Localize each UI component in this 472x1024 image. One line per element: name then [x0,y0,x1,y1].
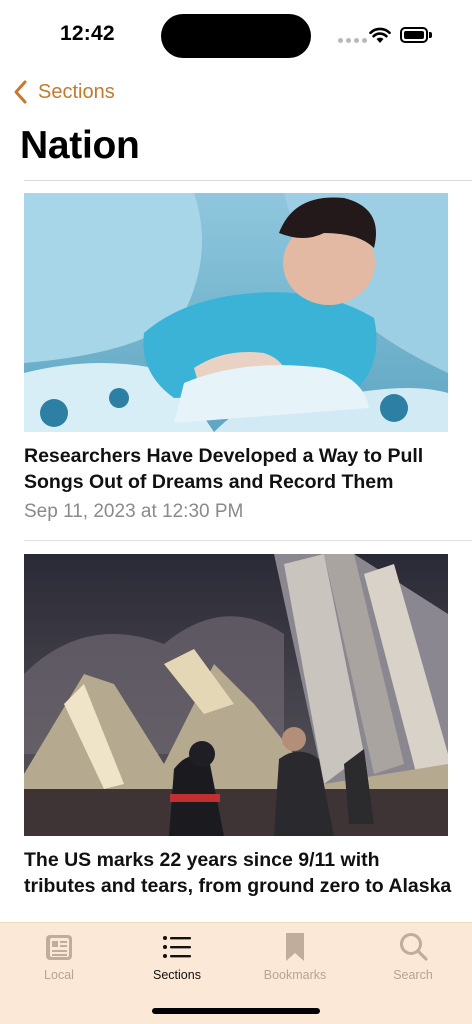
chevron-left-icon [14,80,27,104]
back-button-label: Sections [38,80,115,103]
status-time: 12:42 [60,22,115,45]
tab-search[interactable]: Search [354,931,472,991]
tab-label: Local [44,968,74,982]
wifi-icon [369,27,391,43]
tab-label: Sections [153,968,201,982]
tab-sections[interactable]: Sections [118,931,236,991]
divider [24,180,472,181]
article-date: Sep 11, 2023 at 12:30 PM [24,501,244,522]
battery-icon [400,27,433,43]
status-bar: 12:42 [0,0,472,62]
article-headline: Researchers Have Developed a Way to Pull… [24,445,424,493]
newspaper-icon [46,935,72,960]
bookmark-icon [286,933,304,961]
divider [24,540,472,541]
article-card[interactable]: The US marks 22 years since 9/11 with tr… [24,554,451,899]
article-headline: The US marks 22 years since 9/11 with tr… [24,849,452,897]
article-card[interactable]: Researchers Have Developed a Way to Pull… [24,193,448,523]
dynamic-island [161,14,311,58]
tab-bookmarks[interactable]: Bookmarks [236,931,354,991]
article-image [24,193,448,432]
back-button[interactable]: Sections [8,76,115,108]
tab-bar: Local Sections Bookmarks Search [0,922,472,1024]
home-indicator[interactable] [152,1008,320,1014]
cellular-signal-icon [338,38,367,43]
search-icon [400,933,428,961]
tab-local[interactable]: Local [0,931,118,991]
tab-label: Bookmarks [263,968,327,982]
article-image [24,554,448,836]
page-title: Nation [20,124,140,167]
tab-label: Search [393,968,433,982]
list-icon [163,936,191,958]
